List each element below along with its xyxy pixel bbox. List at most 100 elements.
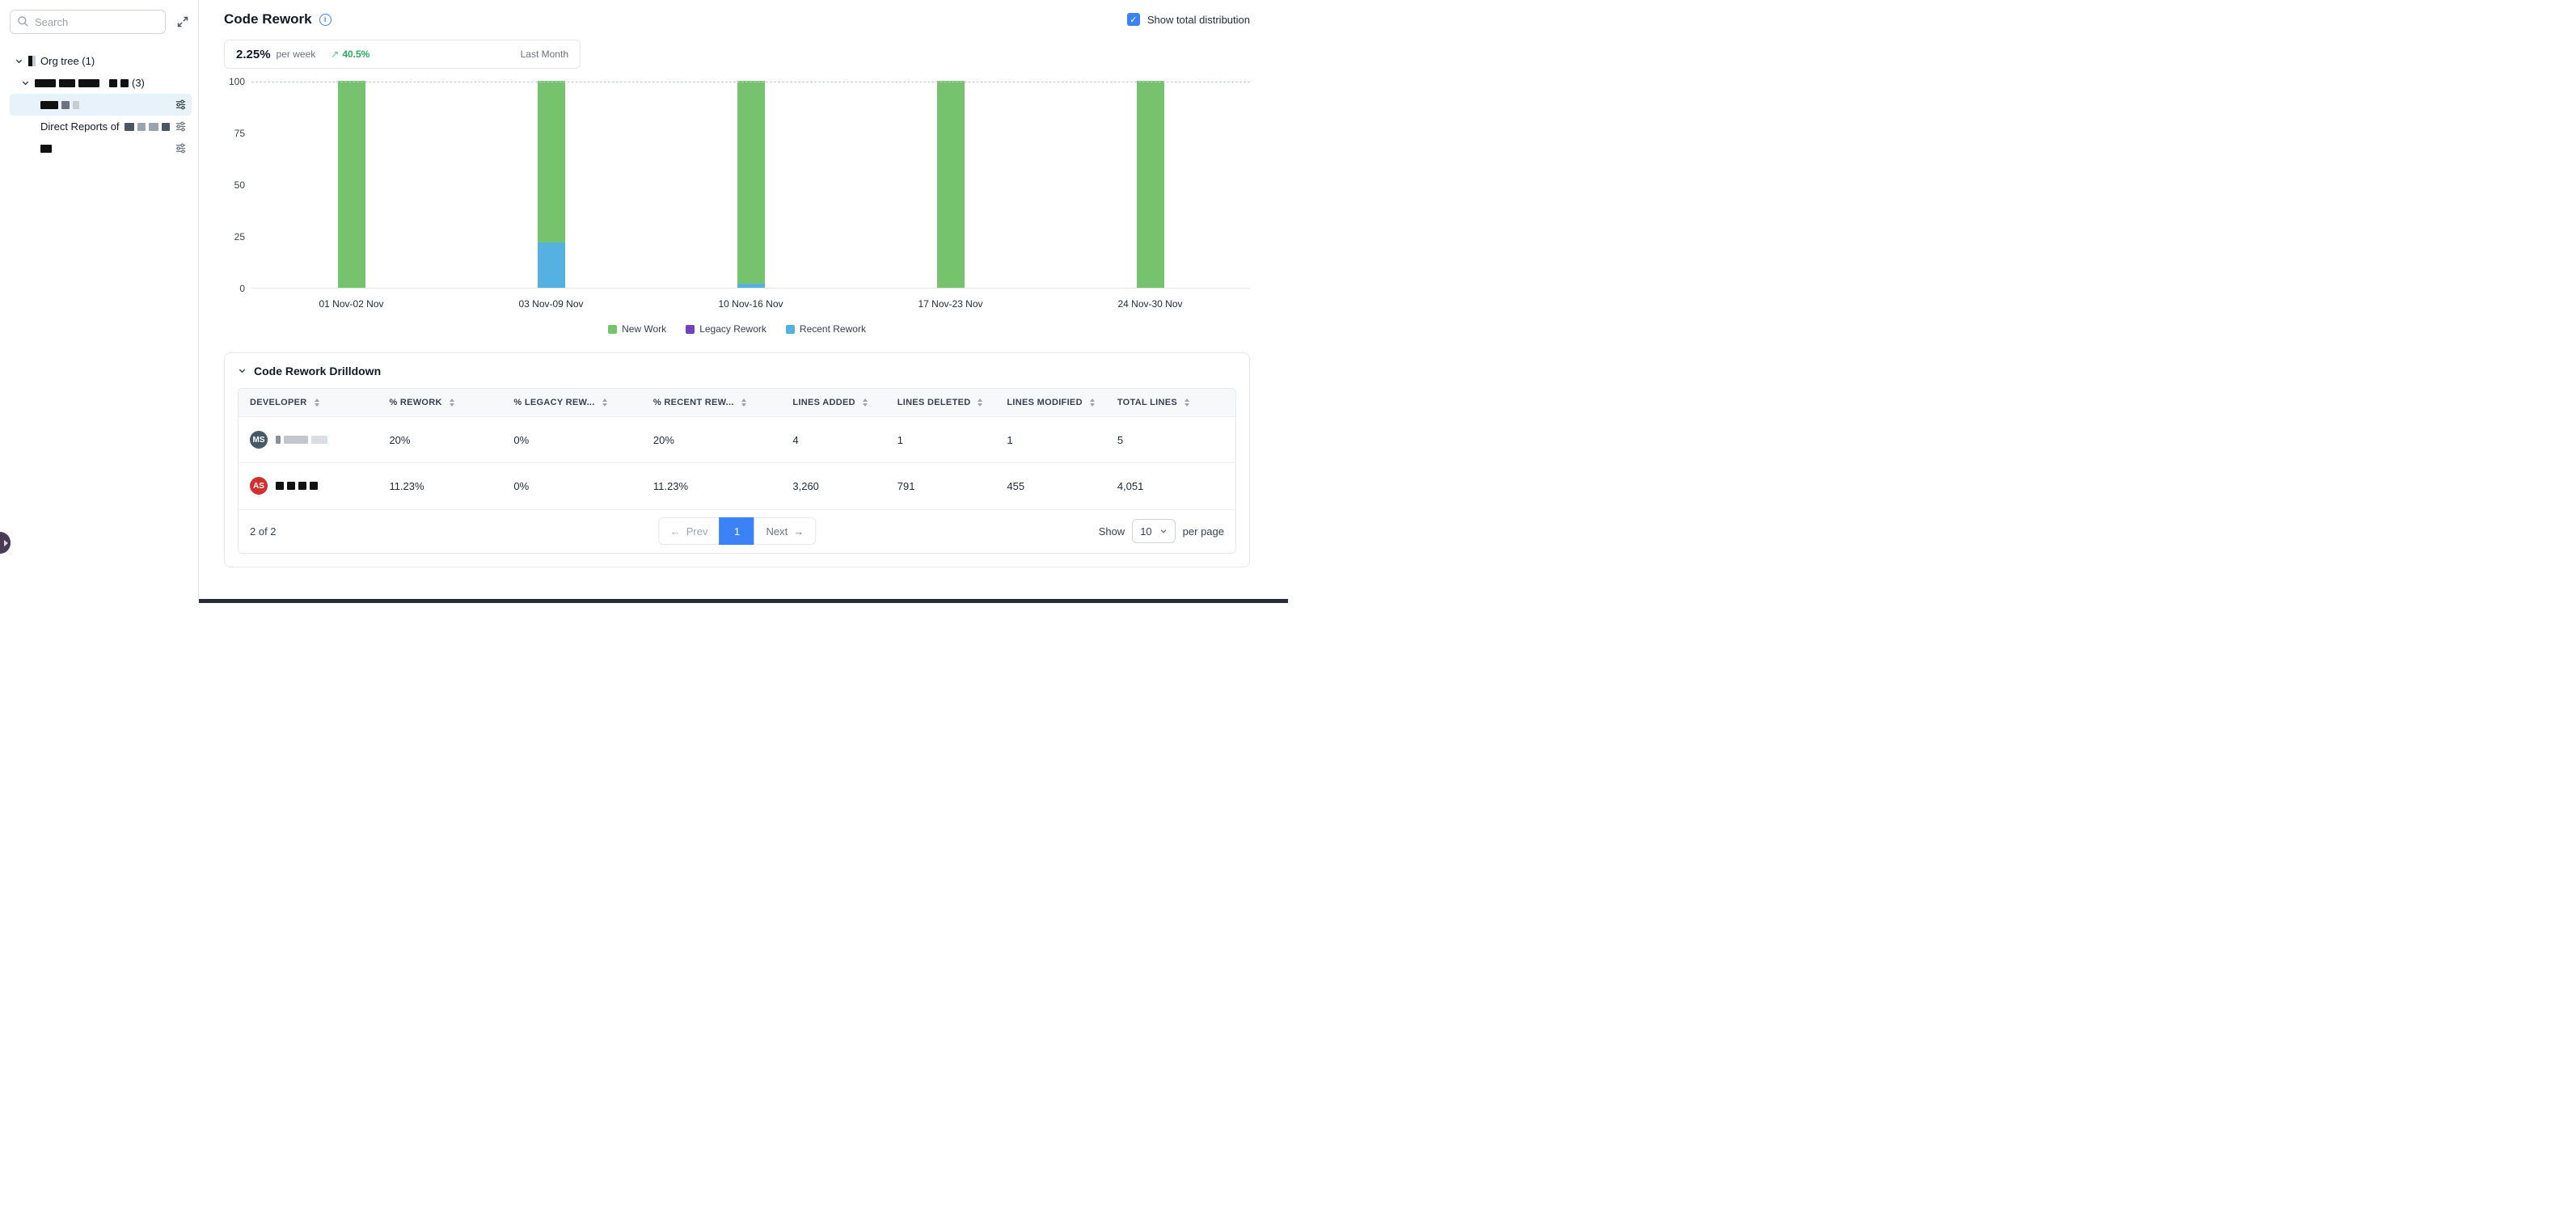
bar-segment-recent-rework[interactable] (538, 242, 565, 288)
cell-legacy-rework: 0% (502, 463, 642, 509)
bar-group[interactable] (1050, 82, 1250, 288)
y-tick-label: 100 (229, 76, 245, 87)
table-row[interactable]: AS 11.23% 0% 11.23% 3,260 791 45 (239, 463, 1235, 509)
sidebar: Org tree (1) (3) Direct Reports of (0, 0, 199, 603)
bar-group[interactable] (451, 82, 651, 288)
show-total-distribution-toggle[interactable]: ✓ Show total distribution (1127, 13, 1250, 26)
bar-segment-new-work[interactable] (937, 81, 965, 288)
redacted-block (120, 79, 129, 87)
legend-label: Legacy Rework (699, 323, 766, 335)
tree-row-direct-reports[interactable]: Direct Reports of (10, 116, 192, 137)
stat-change-badge: ↗ 40.5% (331, 48, 370, 60)
filter-sliders-icon[interactable] (175, 120, 187, 133)
column-header-recent-rework[interactable]: % RECENT REW... (642, 389, 781, 417)
redacted-block (109, 79, 117, 87)
sort-icon[interactable] (978, 398, 982, 407)
prev-page-button[interactable]: ← Prev (658, 517, 720, 545)
bar-group[interactable] (251, 82, 451, 288)
redacted-block (284, 436, 308, 444)
drilldown-table: DEVELOPER % REWORK % LEGACY REW... % REC… (238, 388, 1236, 554)
redacted-block (61, 101, 70, 109)
y-tick-label: 0 (239, 283, 245, 294)
avatar: MS (250, 431, 268, 449)
tree-row-member[interactable] (10, 137, 192, 159)
legend-item[interactable]: New Work (608, 323, 666, 335)
chart-legend: New Work Legacy Rework Recent Rework (224, 323, 1250, 335)
legend-item[interactable]: Recent Rework (786, 323, 866, 335)
page-1-button[interactable]: 1 (720, 517, 755, 545)
column-header-total-lines[interactable]: TOTAL LINES (1106, 389, 1235, 417)
next-label: Next (766, 525, 788, 538)
redacted-block (276, 436, 281, 444)
avatar-initials: AS (253, 482, 264, 491)
stat-card: 2.25% per week ↗ 40.5% Last Month (224, 40, 581, 69)
column-header-developer[interactable]: DEVELOPER (239, 389, 378, 417)
column-header-legacy-rework[interactable]: % LEGACY REW... (502, 389, 642, 417)
chevron-down-icon[interactable] (15, 57, 23, 65)
sort-icon[interactable] (741, 398, 746, 407)
cell-rework: 20% (378, 417, 502, 463)
column-header-lines-deleted[interactable]: LINES DELETED (886, 389, 996, 417)
sort-icon[interactable] (1090, 398, 1095, 407)
expand-sidebar-icon[interactable] (174, 13, 192, 31)
cell-rework: 11.23% (378, 463, 502, 509)
column-label: % LEGACY REW... (513, 398, 594, 407)
bar-segment-new-work[interactable] (538, 81, 565, 242)
drilldown-header[interactable]: Code Rework Drilldown (238, 365, 1236, 377)
sort-icon[interactable] (450, 398, 454, 407)
info-icon[interactable]: i (319, 14, 332, 26)
filter-sliders-icon[interactable] (175, 99, 187, 111)
filter-sliders-icon[interactable] (175, 142, 187, 154)
search-icon (17, 15, 29, 32)
column-label: LINES MODIFIED (1007, 398, 1082, 407)
bar-segment-new-work[interactable] (338, 81, 365, 288)
code-rework-chart: 0255075100 01 Nov-02 Nov03 Nov-09 Nov10 … (224, 82, 1250, 335)
sort-icon[interactable] (1185, 398, 1189, 407)
bar-segment-recent-rework[interactable] (737, 284, 765, 288)
cell-lines-deleted: 1 (886, 417, 996, 463)
column-header-rework[interactable]: % REWORK (378, 389, 502, 417)
chevron-down-icon[interactable] (21, 78, 30, 87)
direct-reports-label: Direct Reports of (40, 120, 120, 133)
redacted-block (310, 482, 318, 490)
y-tick-label: 50 (234, 179, 245, 191)
bar-group[interactable] (651, 82, 851, 288)
pagination: ← Prev 1 Next → (658, 517, 816, 545)
tree-row-selected-team[interactable] (10, 94, 192, 116)
bar-segment-new-work[interactable] (1137, 81, 1164, 288)
table-row[interactable]: MS 20% 0% 20% 4 1 1 5 (239, 417, 1235, 463)
stat-unit: per week (277, 48, 316, 60)
legend-label: New Work (622, 323, 666, 335)
y-tick-label: 25 (234, 231, 245, 242)
checkbox-checked-icon[interactable]: ✓ (1127, 13, 1140, 26)
legend-item[interactable]: Legacy Rework (686, 323, 766, 335)
column-header-lines-added[interactable]: LINES ADDED (781, 389, 885, 417)
cell-lines-added: 4 (781, 417, 885, 463)
org-tree: Org tree (1) (3) Direct Reports of (10, 50, 192, 159)
sort-icon[interactable] (863, 398, 868, 407)
legend-swatch (786, 325, 795, 334)
bar-segment-new-work[interactable] (737, 81, 765, 284)
redacted-block (311, 436, 327, 444)
tree-row-org-root[interactable]: Org tree (1) (10, 50, 192, 72)
column-label: DEVELOPER (250, 398, 307, 407)
sort-icon[interactable] (602, 398, 607, 407)
redacted-block (35, 79, 56, 87)
chart-plot (251, 82, 1250, 289)
cell-lines-added: 3,260 (781, 463, 885, 509)
search-input[interactable] (10, 10, 166, 34)
redacted-block (73, 101, 79, 109)
x-tick-label: 03 Nov-09 Nov (451, 298, 651, 310)
redacted-block (59, 79, 75, 87)
stat-value: 2.25% (236, 48, 271, 61)
column-label: LINES DELETED (897, 398, 971, 407)
next-page-button[interactable]: Next → (754, 517, 817, 545)
column-header-lines-modified[interactable]: LINES MODIFIED (995, 389, 1105, 417)
tree-row-group[interactable]: (3) (10, 72, 192, 94)
page-size-select[interactable]: 10 (1132, 519, 1175, 543)
chevron-down-icon[interactable] (238, 365, 247, 377)
sort-icon[interactable] (315, 398, 319, 407)
table-footer: 2 of 2 ← Prev 1 Next → Show 10 (239, 509, 1235, 553)
bar-group[interactable] (851, 82, 1050, 288)
caret-right-icon (4, 540, 8, 546)
